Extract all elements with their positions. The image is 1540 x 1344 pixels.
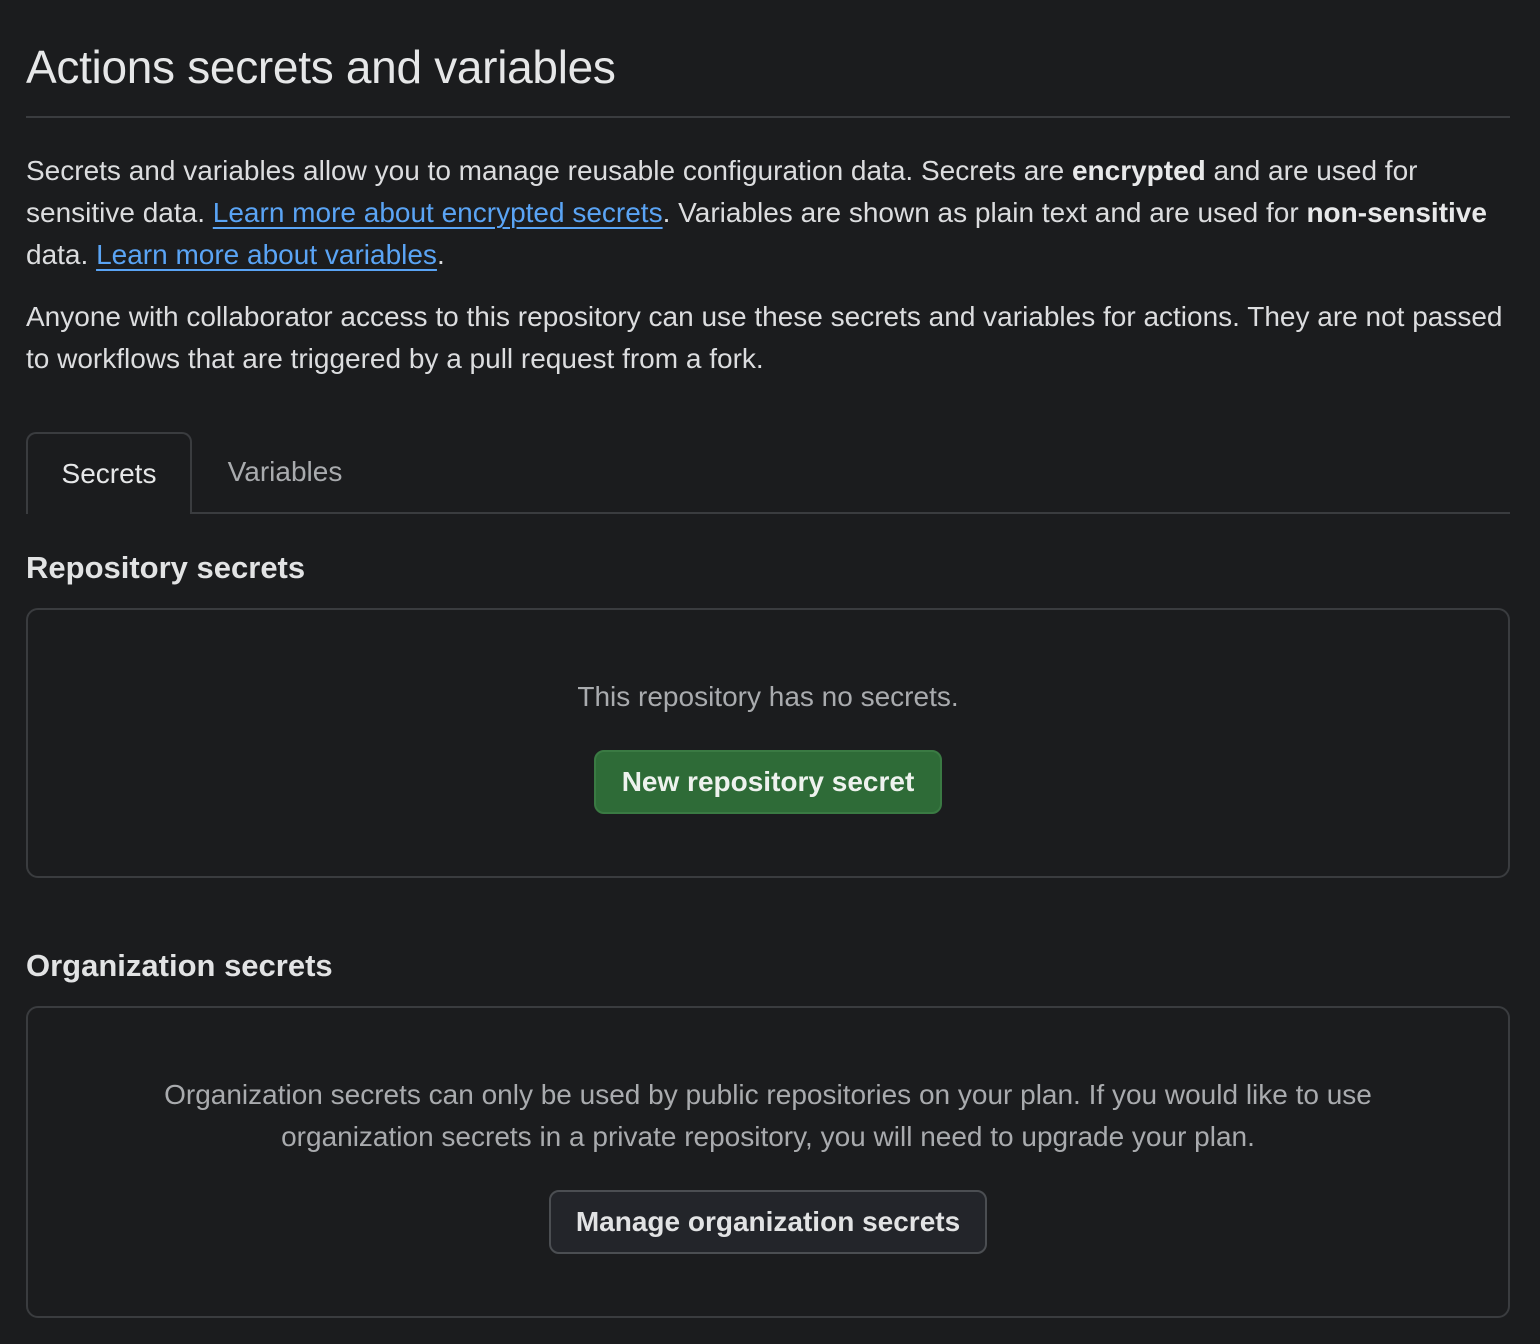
secrets-variables-tabs: Secrets Variables	[26, 432, 1510, 514]
encrypted-secrets-docs-link[interactable]: Learn more about encrypted secrets	[213, 197, 663, 228]
organization-secrets-box: Organization secrets can only be used by…	[26, 1006, 1510, 1318]
collaborator-access-note: Anyone with collaborator access to this …	[26, 301, 1503, 374]
intro-bold-encrypted: encrypted	[1071, 155, 1206, 186]
intro-bold-non-sensitive: non-sensitive	[1306, 197, 1487, 228]
organization-secrets-message: Organization secrets can only be used by…	[164, 1079, 1372, 1152]
manage-organization-secrets-button[interactable]: Manage organization secrets	[548, 1190, 988, 1254]
tab-variables[interactable]: Variables	[208, 432, 362, 512]
repository-secrets-heading: Repository secrets	[26, 550, 306, 585]
tab-secrets[interactable]: Secrets	[26, 432, 192, 514]
new-repository-secret-button[interactable]: New repository secret	[593, 750, 943, 814]
no-secrets-message: This repository has no secrets.	[577, 681, 959, 712]
intro-text: data.	[26, 239, 97, 270]
intro-text: . Variables are shown as plain text and …	[662, 197, 1307, 228]
intro-text: Secrets and variables allow you to manag…	[26, 155, 1072, 186]
intro-text: .	[436, 239, 445, 270]
settings-page: Actions secrets and variables Secrets an…	[26, 0, 1510, 1318]
intro-paragraph: Secrets and variables allow you to manag…	[26, 150, 1510, 276]
variables-docs-link[interactable]: Learn more about variables	[96, 239, 437, 270]
title-divider	[26, 116, 1510, 118]
page-title: Actions secrets and variables	[26, 41, 616, 93]
repository-secrets-box: This repository has no secrets. New repo…	[26, 608, 1510, 878]
organization-secrets-heading: Organization secrets	[26, 948, 333, 983]
